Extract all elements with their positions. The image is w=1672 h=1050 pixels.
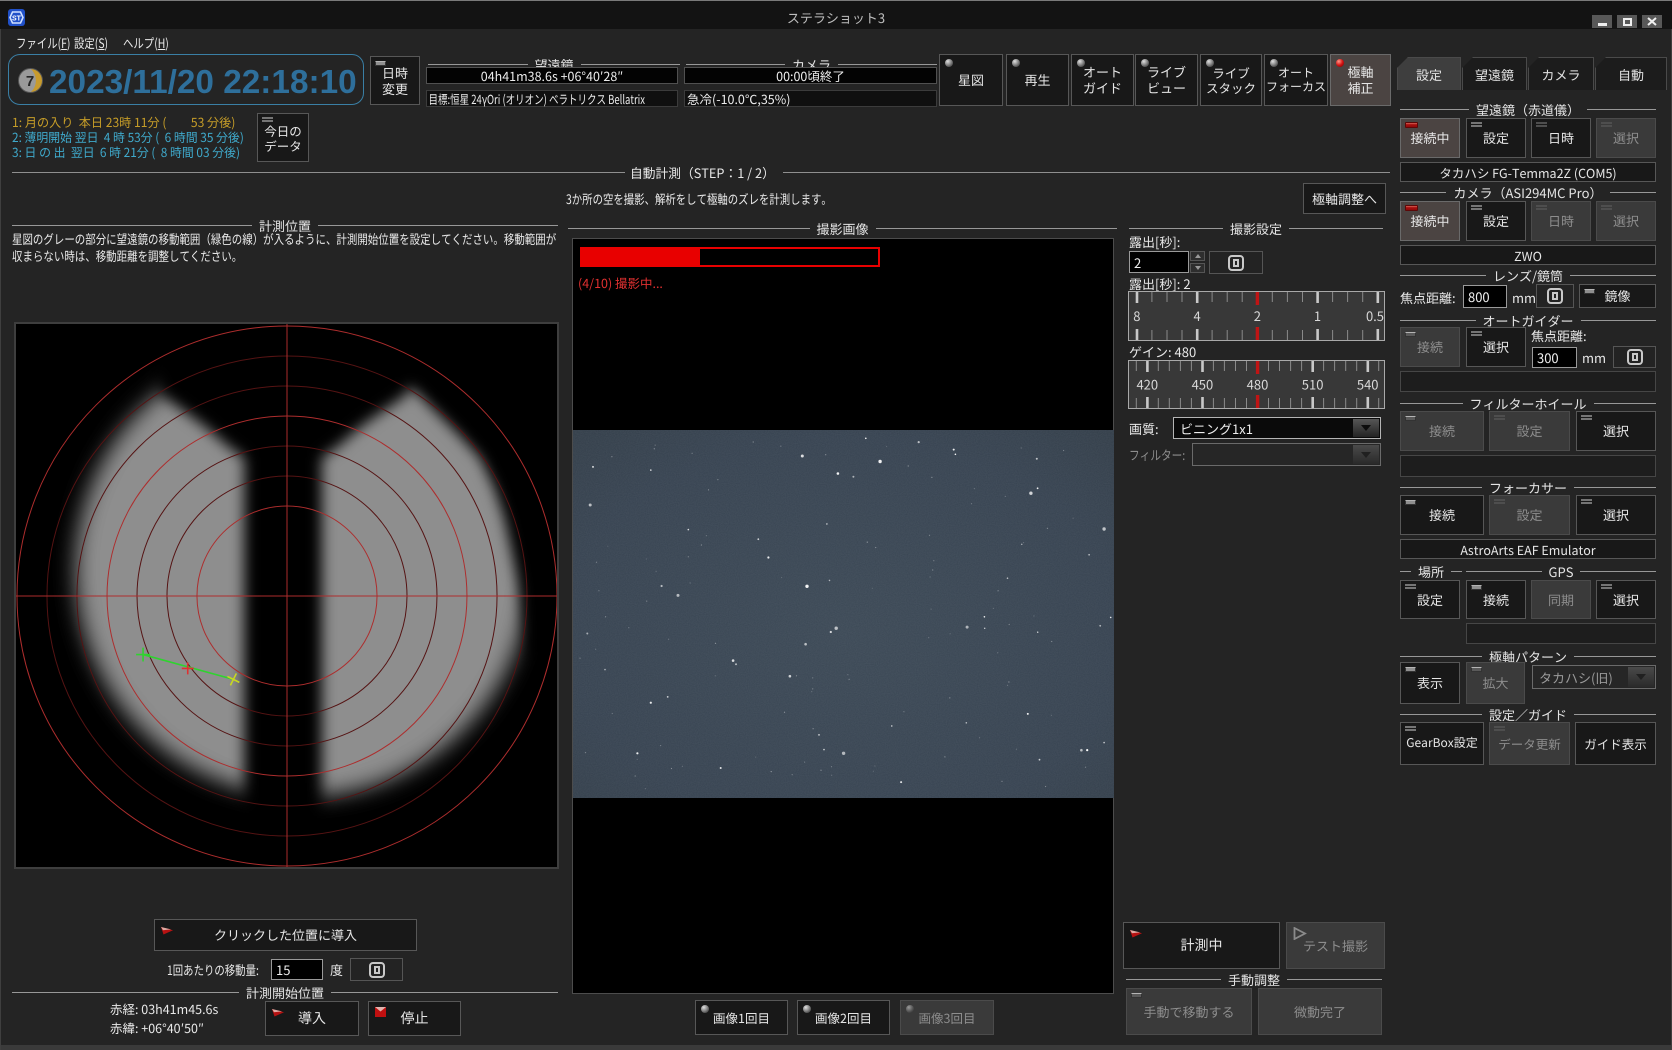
- svg-text:8: 8: [1133, 306, 1140, 325]
- svg-text:480: 480: [1247, 375, 1269, 394]
- svg-text:1: 1: [1314, 306, 1321, 325]
- svg-text:7: 7: [26, 73, 34, 90]
- svg-text:420: 420: [1136, 375, 1158, 394]
- svg-text:4: 4: [1193, 306, 1200, 325]
- svg-text:450: 450: [1192, 375, 1214, 394]
- svg-text:510: 510: [1302, 375, 1324, 394]
- svg-text:540: 540: [1357, 375, 1379, 394]
- svg-text:2: 2: [1254, 306, 1261, 325]
- svg-text:0.5: 0.5: [1366, 306, 1384, 325]
